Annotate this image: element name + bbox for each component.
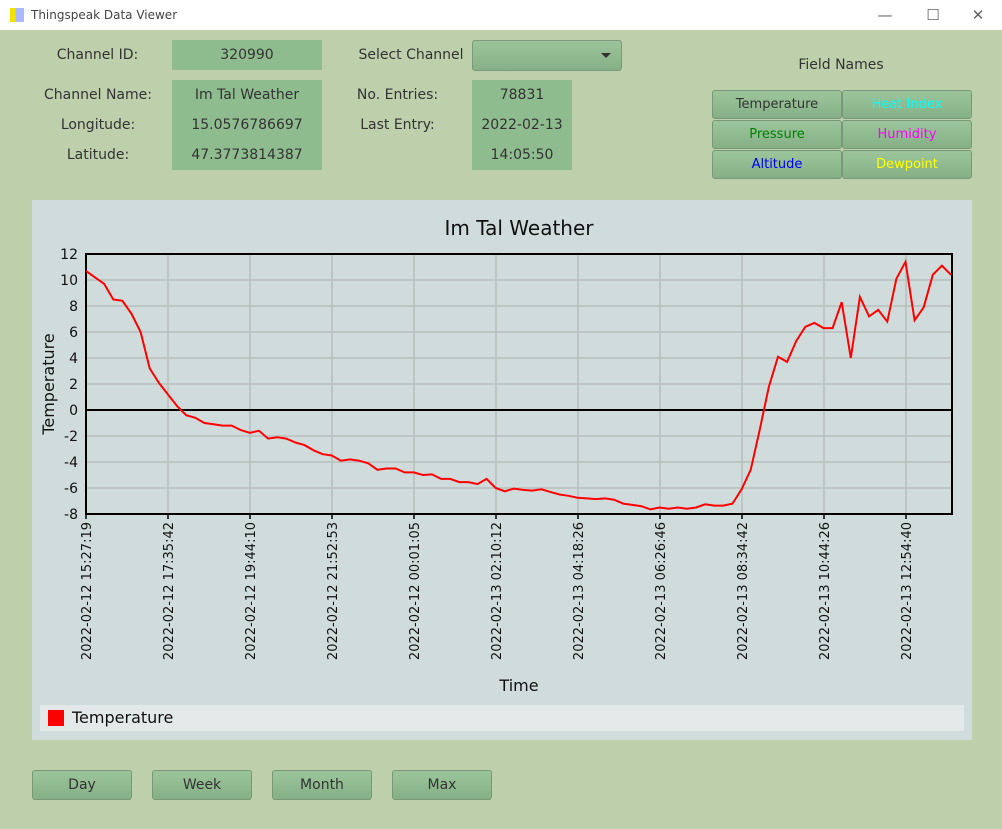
x-tick-label: 2022-02-13 10:44:26 [818, 522, 833, 660]
x-tick-label: 2022-02-13 12:54:40 [900, 522, 915, 660]
y-tick-label: 6 [69, 325, 78, 341]
chevron-down-icon [601, 53, 611, 58]
field-button-temperature[interactable]: Temperature [712, 90, 842, 119]
y-tick-label: 0 [69, 403, 78, 419]
channel-select[interactable] [472, 40, 622, 71]
legend-label-temperature: Temperature [72, 708, 174, 727]
x-tick-label: 2022-02-13 08:34:42 [736, 522, 751, 660]
last-entry-time: 14:05:50 [490, 147, 554, 163]
week-button[interactable]: Week [152, 770, 252, 800]
y-tick-label: 8 [69, 299, 78, 315]
last-entry-label: Last Entry: [360, 117, 435, 133]
x-axis-label: Time [498, 676, 538, 695]
x-tick-label: 2022-02-12 17:35:42 [162, 522, 177, 660]
y-tick-label: -6 [64, 481, 78, 497]
longitude-label: Longitude: [60, 117, 136, 133]
longitude-value: 15.0576786697 [191, 117, 303, 133]
select-channel-label: Select Channel [358, 47, 464, 63]
series-line-temperature [85, 258, 952, 511]
field-names-title: Field Names [798, 57, 884, 73]
y-tick-label: -4 [64, 455, 78, 471]
y-tick-label: 10 [60, 273, 78, 289]
field-button-heat-index[interactable]: Heat Index [842, 90, 972, 119]
legend-swatch-temperature [48, 710, 64, 726]
window-title: Thingspeak Data Viewer [31, 8, 178, 22]
channel-name-label: Channel Name: [44, 87, 152, 103]
title-bar: Thingspeak Data Viewer — ☐ ✕ [0, 0, 1002, 30]
minimize-button[interactable]: — [870, 4, 900, 26]
maximize-button[interactable]: ☐ [918, 4, 948, 26]
month-button[interactable]: Month [272, 770, 372, 800]
y-tick-label: 2 [69, 377, 78, 393]
field-button-pressure[interactable]: Pressure [712, 120, 842, 149]
x-tick-label: 2022-02-13 06:26:46 [654, 522, 669, 660]
temperature-chart: Im Tal Weather 2022-02-12 15:27:19 2022-02… [39, 216, 953, 695]
y-axis-label: Temperature [39, 333, 58, 435]
chart-title: Im Tal Weather [444, 216, 594, 240]
entries-label: No. Entries: [356, 87, 439, 103]
y-tick-label: 12 [60, 247, 78, 263]
field-button-humidity[interactable]: Humidity [842, 120, 972, 149]
channel-id-label: Channel ID: [56, 47, 139, 63]
entries-box: 78831 2022-02-13 14:05:50 [472, 80, 572, 170]
channel-id-field[interactable]: 320990 [172, 40, 322, 70]
max-button[interactable]: Max [392, 770, 492, 800]
channel-name-value: Im Tal Weather [194, 87, 300, 103]
y-tick-label: -2 [64, 429, 78, 445]
channel-details-box: Im Tal Weather 15.0576786697 47.37738143… [172, 80, 322, 170]
app-icon [10, 8, 24, 22]
x-tick-label: 2022-02-13 04:18:26 [572, 522, 587, 660]
field-button-dewpoint[interactable]: Dewpoint [842, 150, 972, 179]
x-tick-label: 2022-02-12 15:27:19 [80, 522, 95, 660]
x-tick-label: 2022-02-13 02:10:12 [490, 522, 505, 660]
x-tick-label: 2022-02-12 19:44:10 [244, 522, 259, 660]
day-button[interactable]: Day [32, 770, 132, 800]
last-entry-date: 2022-02-13 [481, 117, 563, 133]
x-tick-label: 2022-02-12 21:52:53 [326, 522, 341, 660]
x-tick-label: 2022-02-12 00:01:05 [408, 522, 423, 660]
field-button-altitude[interactable]: Altitude [712, 150, 842, 179]
latitude-value: 47.3773814387 [191, 147, 303, 163]
chart-legend: Temperature [40, 705, 964, 731]
chart-panel: Im Tal Weather 2022-02-12 15:27:19 2022-02… [32, 200, 972, 740]
close-button[interactable]: ✕ [963, 4, 993, 26]
latitude-label: Latitude: [66, 147, 130, 163]
entries-value: 78831 [499, 87, 545, 103]
y-tick-label: -8 [64, 507, 78, 523]
y-tick-label: 4 [69, 351, 78, 367]
